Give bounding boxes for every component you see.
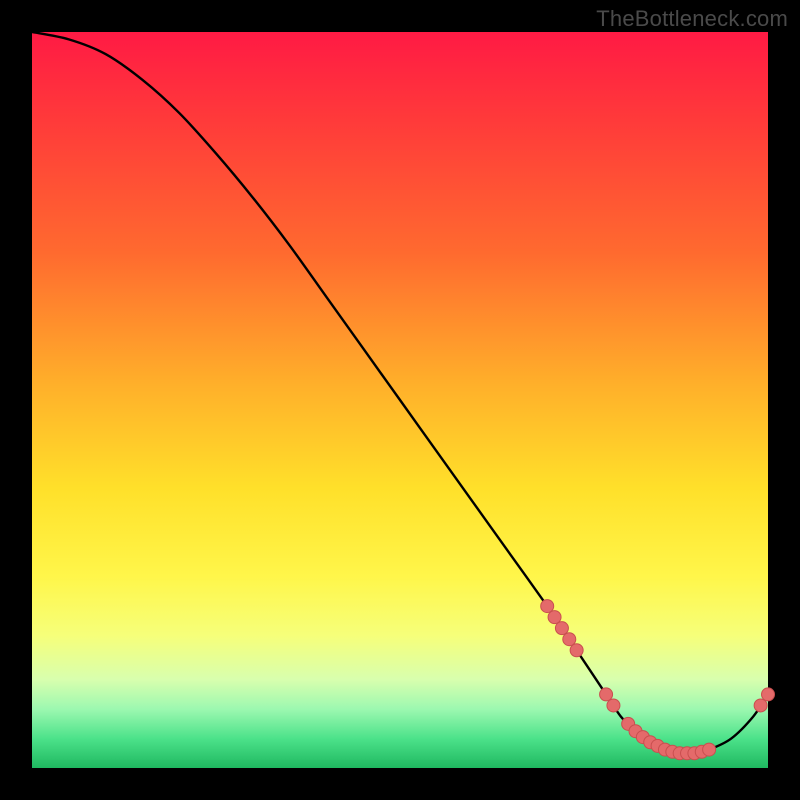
- watermark-text: TheBottleneck.com: [596, 6, 788, 32]
- bottleneck-curve: [32, 32, 768, 754]
- curve-marker: [570, 644, 583, 657]
- curve-marker: [541, 600, 554, 613]
- curve-marker: [563, 633, 576, 646]
- curve-marker: [555, 622, 568, 635]
- curve-marker: [703, 743, 716, 756]
- curve-marker: [600, 688, 613, 701]
- curve-marker: [607, 699, 620, 712]
- plot-area: [32, 32, 768, 768]
- chart-svg: [32, 32, 768, 768]
- curve-marker: [754, 699, 767, 712]
- curve-marker: [762, 688, 775, 701]
- curve-marker: [548, 611, 561, 624]
- curve-markers: [541, 600, 775, 760]
- chart-stage: TheBottleneck.com: [0, 0, 800, 800]
